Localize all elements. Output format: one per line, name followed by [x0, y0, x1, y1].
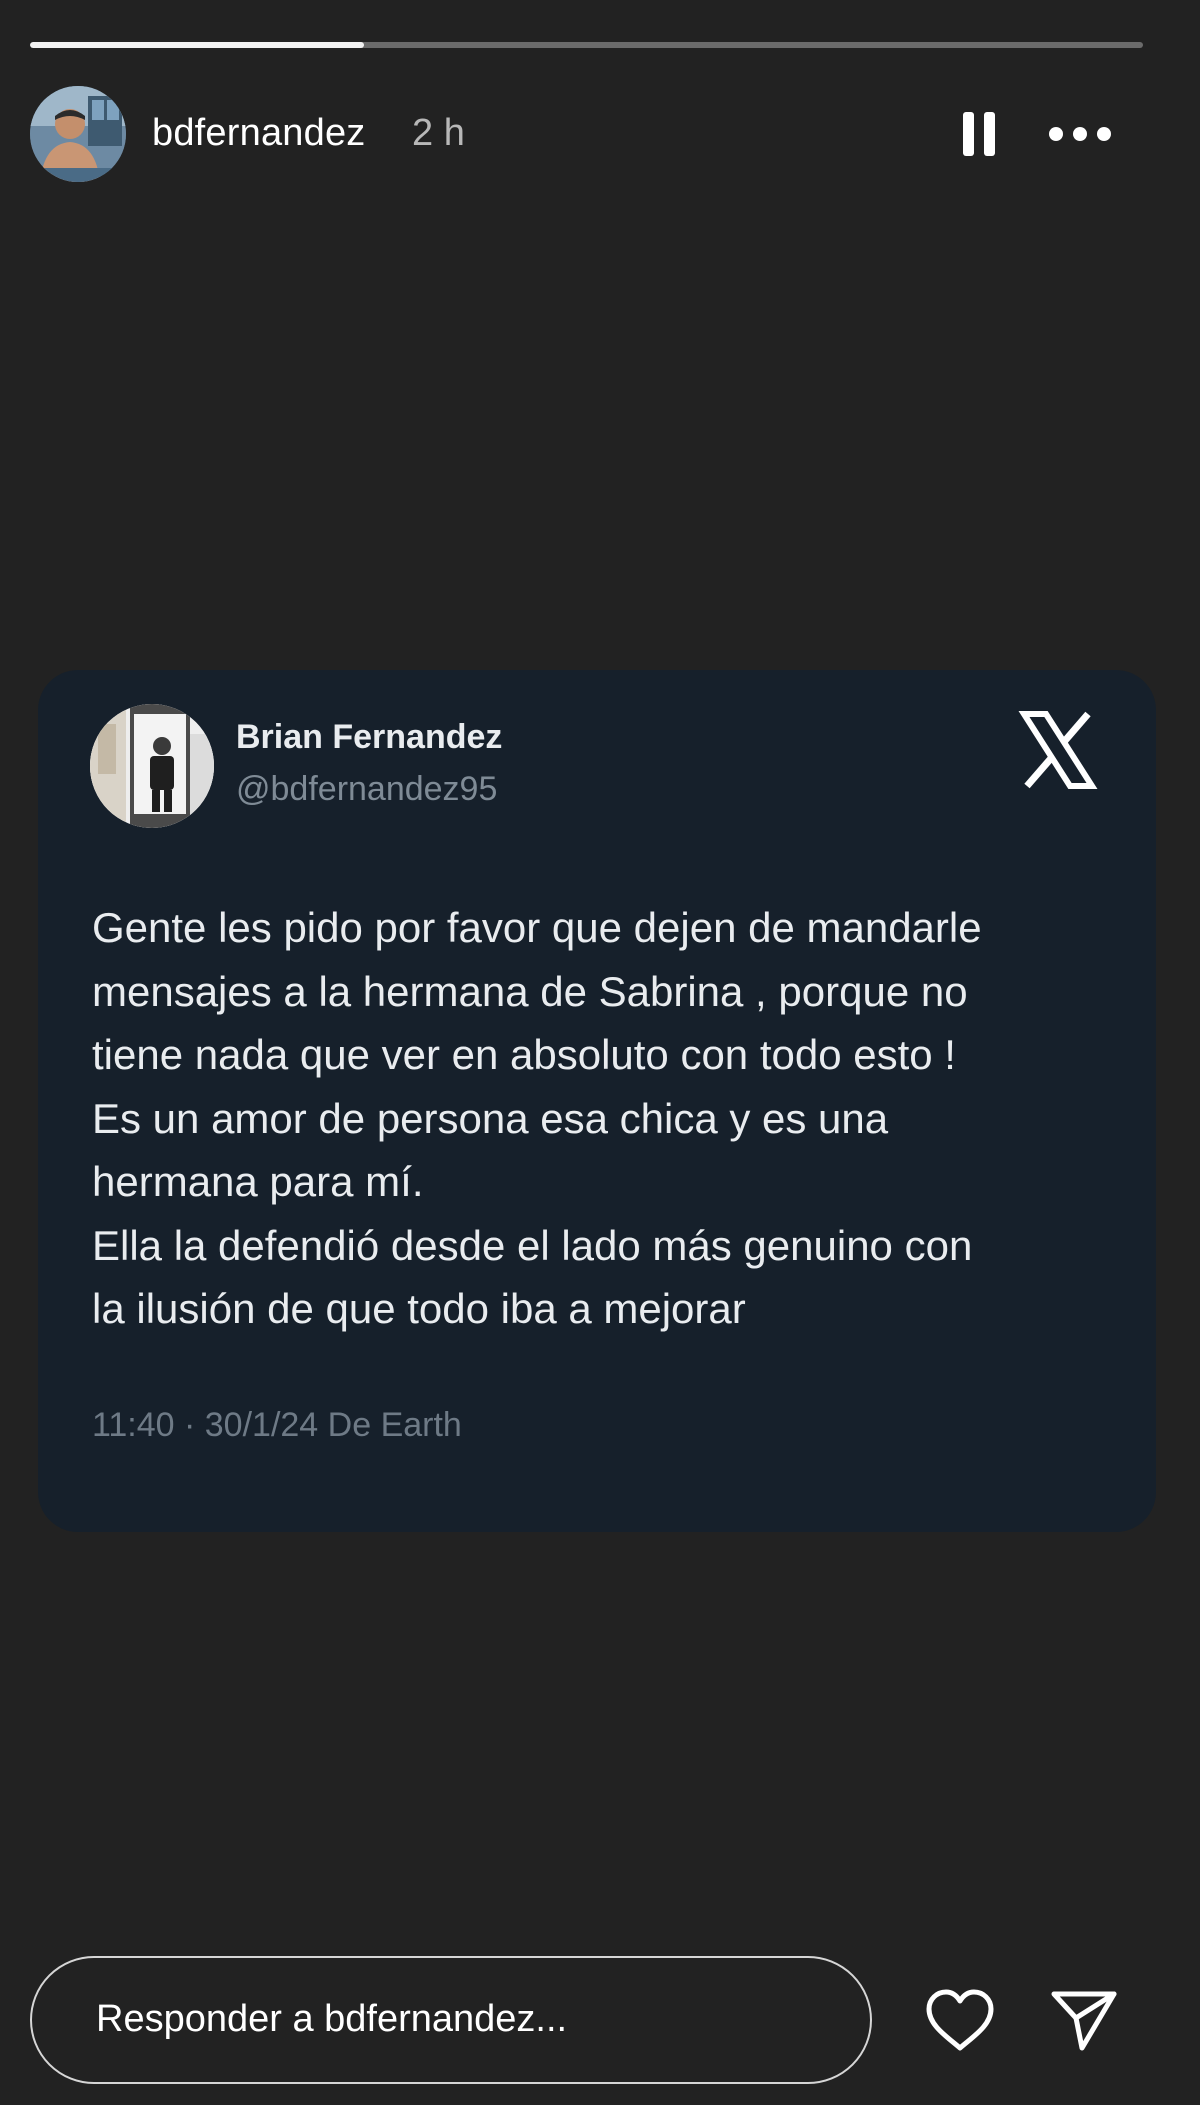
tweet-avatar-photo [90, 704, 214, 828]
like-button[interactable] [924, 1988, 996, 2054]
tweet-text-line: hermana para mí. [92, 1158, 424, 1205]
tweet-avatar [90, 704, 214, 828]
pause-button[interactable] [954, 108, 1004, 160]
more-options-button[interactable] [1042, 114, 1118, 154]
tweet-text-line: mensajes a la hermana de Sabrina , porqu… [92, 967, 968, 1015]
x-logo-icon [1018, 710, 1098, 790]
tweet-text-line: la ilusión de que todo iba a mejorar [92, 1285, 746, 1332]
tweet-text-line: Ella la defendió desde el lado más genui… [92, 1221, 973, 1269]
pause-icon [963, 112, 995, 156]
send-icon [1051, 1991, 1117, 2051]
story-time-ago: 2 h [412, 112, 465, 154]
story-progress-bar [30, 42, 1143, 48]
tweet-handle: @bdfernandez95 [236, 770, 498, 808]
avatar[interactable] [30, 86, 126, 182]
avatar-photo [30, 86, 126, 182]
story-progress-fill [30, 42, 364, 48]
tweet-text-line: Gente les pido por favor que dejen de ma… [92, 904, 982, 951]
reply-placeholder: Responder a bdfernandez... [96, 1998, 568, 2040]
story-username[interactable]: bdfernandez [152, 112, 365, 155]
heart-icon [926, 1989, 994, 2051]
more-horizontal-icon [1049, 127, 1111, 141]
tweet-text-line: tiene nada que ver en absoluto con todo … [92, 1031, 956, 1078]
story-header: bdfernandez 2 h [30, 86, 1140, 182]
reply-input[interactable]: Responder a bdfernandez... [30, 1956, 872, 2084]
tweet-text: Gente les pido por favor que dejen de ma… [92, 896, 1112, 1341]
tweet-display-name: Brian Fernandez [236, 718, 503, 756]
tweet-timestamp: 11:40 · 30/1/24 De Earth [92, 1406, 462, 1444]
share-button[interactable] [1048, 1986, 1120, 2054]
tweet-text-line: Es un amor de persona esa chica y es una [92, 1094, 889, 1142]
tweet-card[interactable]: Brian Fernandez @bdfernandez95 Gente les… [38, 670, 1156, 1532]
